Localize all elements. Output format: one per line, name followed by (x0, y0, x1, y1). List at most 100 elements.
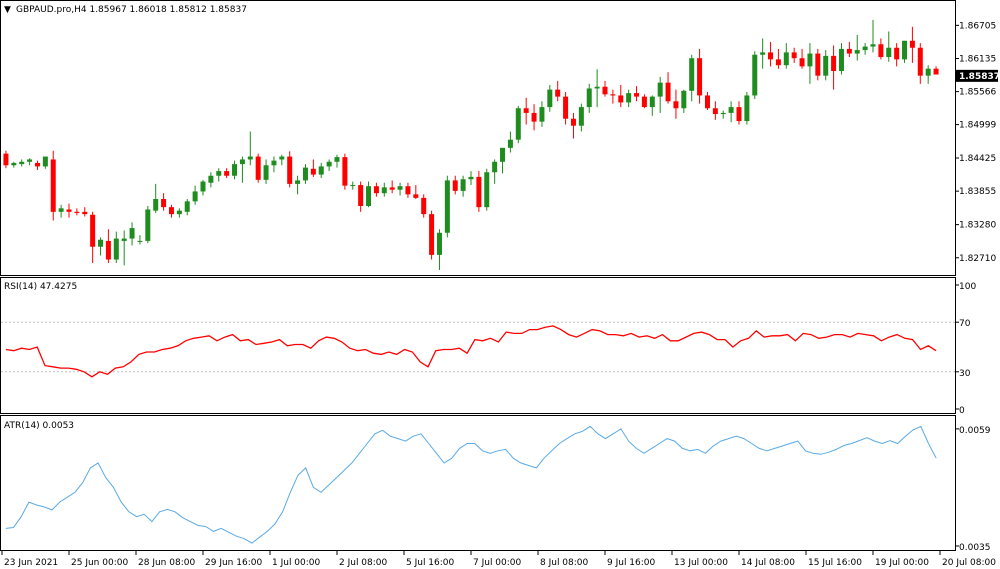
candle (657, 76, 663, 113)
trading-chart[interactable]: ▼ GBPAUD.pro,H4 1.85967 1.86018 1.85812 … (0, 0, 1000, 569)
rsi-tick-label: 100 (959, 282, 976, 292)
candle-body (586, 88, 592, 108)
candle (66, 203, 72, 218)
candle (153, 183, 159, 213)
candle (42, 156, 48, 169)
candle-body (326, 161, 332, 167)
candle (389, 180, 395, 194)
time-tick-label: 5 Jul 16:00 (406, 558, 455, 568)
candle (129, 222, 135, 246)
candle (775, 48, 781, 69)
chart-title: GBPAUD.pro,H4 1.85967 1.86018 1.85812 1.… (16, 5, 247, 15)
candle (815, 48, 821, 81)
candle (925, 65, 931, 84)
triangle-down-icon[interactable]: ▼ (4, 5, 11, 15)
atr-line (5, 425, 937, 544)
candle-body (886, 47, 892, 58)
candle-body (145, 209, 151, 241)
time-axis: 23 Jun 2021 25 Jun 00:00 28 Jun 08:00 29 Ju… (1, 551, 996, 568)
candle (917, 43, 923, 84)
candle (484, 168, 490, 211)
rsi-pane[interactable] (0, 277, 956, 414)
candle-body (200, 181, 206, 192)
candle-body (413, 194, 419, 198)
candle (823, 50, 829, 81)
candle-body (618, 95, 624, 103)
time-tick-label: 28 Jun 08:00 (138, 558, 195, 568)
rsi-axis: 100 70 30 0 (955, 282, 976, 416)
candle-body (712, 108, 718, 115)
candle (736, 101, 742, 125)
candle-body (539, 107, 545, 122)
candle (310, 159, 316, 177)
price-tick-label: 1.82710 (959, 254, 996, 264)
candle (500, 147, 506, 174)
candle (208, 172, 214, 188)
candle-body (161, 199, 167, 208)
candle (902, 40, 908, 63)
candle-body (531, 112, 537, 122)
candle-body (831, 55, 837, 72)
candle (247, 131, 253, 166)
candle (413, 185, 419, 200)
candle (555, 80, 561, 102)
atr-tick-label: 0.0059 (959, 426, 991, 436)
candle (444, 175, 450, 238)
candle (11, 161, 17, 168)
atr-axis: 0.0059 0.0035 (955, 426, 991, 553)
candle (232, 160, 238, 180)
candle (768, 41, 774, 67)
candle (429, 210, 435, 260)
candle (760, 38, 766, 69)
candle (468, 171, 474, 186)
candle-body (925, 68, 931, 76)
candle-body (547, 89, 553, 108)
candle-body (602, 86, 608, 95)
candle (933, 66, 939, 75)
candle-body (3, 153, 9, 166)
candle (74, 208, 80, 216)
candle-body (58, 208, 64, 212)
candle (381, 182, 387, 197)
candle (507, 131, 513, 153)
candle (626, 89, 632, 108)
candle (255, 153, 261, 183)
candle (216, 168, 222, 182)
candle (168, 204, 174, 218)
candle-body (594, 86, 600, 89)
candle (342, 153, 348, 190)
candle (878, 38, 884, 60)
candle (98, 237, 104, 256)
candle-body (429, 214, 435, 255)
candle-body (105, 240, 111, 260)
candle-body (689, 58, 695, 91)
candle-body (452, 180, 458, 191)
price-pane[interactable] (0, 0, 956, 276)
candle (145, 206, 151, 244)
candle (295, 175, 301, 195)
atr-pane[interactable] (0, 415, 956, 551)
candle-body (287, 156, 293, 184)
time-tick-label: 9 Jul 16:00 (607, 558, 656, 568)
candle-body (657, 82, 663, 97)
candle (799, 48, 805, 69)
candle-body (239, 159, 245, 165)
candle (460, 175, 466, 197)
candle-body (318, 166, 324, 175)
candle (807, 43, 813, 84)
candle-body (373, 186, 379, 194)
rsi-tick-label: 0 (959, 406, 965, 416)
candle (279, 154, 285, 166)
candle (90, 211, 96, 264)
candle (728, 101, 734, 123)
candle-body (768, 52, 774, 60)
price-axis: 1.86705 1.86135 1.85566 1.84999 1.84425 1.838… (955, 21, 1000, 264)
candle-body (665, 82, 671, 102)
candle (539, 101, 545, 127)
rsi-tick-label: 70 (959, 319, 971, 329)
candle-body (295, 180, 301, 184)
candle-body (153, 199, 159, 211)
candle-body (444, 180, 450, 233)
candle (681, 89, 687, 113)
candle (318, 162, 324, 179)
